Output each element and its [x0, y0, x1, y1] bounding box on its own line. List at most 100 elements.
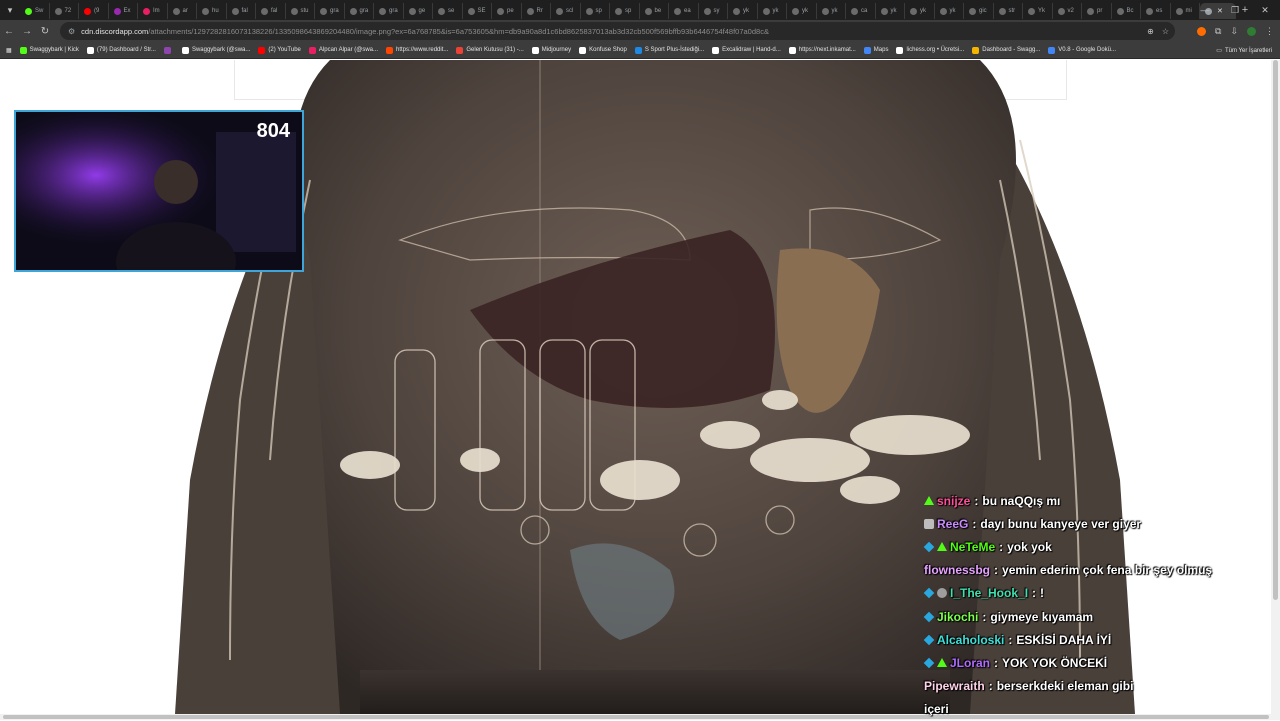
- bookmark-favicon-icon: [788, 46, 796, 54]
- bookmark-label: Gelen Kutusu (31) -...: [466, 47, 524, 53]
- browser-tab[interactable]: gic: [964, 3, 994, 19]
- tab-label: 72: [64, 8, 72, 14]
- minimize-icon[interactable]: —: [1190, 5, 1220, 15]
- browser-tab[interactable]: ea: [669, 3, 699, 19]
- browser-tab[interactable]: ca: [846, 3, 876, 19]
- bookmark-item[interactable]: Excalidraw | Hand-d...: [712, 46, 781, 54]
- chat-message: içeri: [924, 698, 1264, 721]
- browser-tab[interactable]: gra: [374, 3, 404, 19]
- browser-tab[interactable]: yk: [728, 3, 758, 19]
- bookmark-item[interactable]: S Sport Plus-İstediği...: [634, 46, 704, 54]
- browser-tab[interactable]: be: [640, 3, 669, 19]
- bookmark-item[interactable]: Gelen Kutusu (31) -...: [456, 46, 524, 54]
- browser-tab[interactable]: yk: [905, 3, 935, 19]
- browser-tab[interactable]: v2: [1053, 3, 1082, 19]
- browser-tab[interactable]: sp: [610, 3, 640, 19]
- browser-tab[interactable]: Bc: [1112, 3, 1141, 19]
- chat-text: içeri: [924, 702, 949, 717]
- vertical-scrollbar[interactable]: [1271, 60, 1280, 714]
- bookmark-item[interactable]: Swaggybark (@swa...: [181, 46, 251, 54]
- bookmark-item[interactable]: https://next.inkamat...: [788, 46, 856, 54]
- browser-tab[interactable]: pe: [492, 3, 522, 19]
- menu-kebab-icon[interactable]: ⋮: [1265, 26, 1274, 37]
- browser-tab[interactable]: sp: [581, 3, 610, 19]
- tab-label: ea: [684, 8, 691, 14]
- tab-label: yk: [802, 8, 808, 14]
- downloads-icon[interactable]: ⇩: [1230, 26, 1238, 37]
- browser-tab[interactable]: yk: [758, 3, 787, 19]
- tab-favicon-icon: [261, 7, 268, 15]
- browser-tab[interactable]: yk: [817, 3, 846, 19]
- tab-favicon-icon: [851, 7, 858, 15]
- browser-tab[interactable]: gra: [345, 3, 374, 19]
- browser-tab[interactable]: yk: [787, 3, 817, 19]
- bookmark-item[interactable]: (79) Dashboard / Str...: [86, 46, 156, 54]
- maximize-icon[interactable]: ❐: [1220, 5, 1250, 16]
- all-bookmarks-folder[interactable]: ▭ Tüm Yer İşaretleri: [1216, 42, 1272, 59]
- browser-tab[interactable]: (9: [79, 3, 109, 19]
- browser-tab[interactable]: stu: [286, 3, 315, 19]
- bookmark-favicon-icon: [181, 46, 189, 54]
- browser-tab[interactable]: gra: [315, 3, 345, 19]
- bookmark-favicon-icon: [531, 46, 539, 54]
- browser-tab[interactable]: Im: [138, 3, 168, 19]
- browser-tab[interactable]: Ex: [109, 3, 138, 19]
- apps-grid-icon[interactable]: ▦: [6, 47, 12, 54]
- profile-avatar[interactable]: [1247, 26, 1256, 36]
- browser-tab[interactable]: se: [433, 3, 463, 19]
- close-window-icon[interactable]: ✕: [1250, 5, 1280, 16]
- bookmark-favicon-icon: [863, 46, 871, 54]
- browser-tab[interactable]: Sw: [20, 3, 50, 19]
- bookmark-item[interactable]: Midjourney: [531, 46, 571, 54]
- browser-tab[interactable]: fal: [256, 3, 286, 19]
- tab-favicon-icon: [762, 7, 770, 15]
- bookmark-item[interactable]: (2) YouTube: [258, 46, 301, 54]
- browser-tab[interactable]: hu: [197, 3, 227, 19]
- bookmark-item[interactable]: Konfuse Shop: [579, 46, 627, 54]
- reload-icon[interactable]: ↻: [36, 26, 54, 37]
- extension-icon[interactable]: [1197, 26, 1207, 36]
- browser-tab[interactable]: ar: [168, 3, 197, 19]
- tab-favicon-icon: [113, 7, 121, 15]
- bookmark-label: Konfuse Shop: [589, 47, 627, 53]
- browser-tab[interactable]: str: [994, 3, 1023, 19]
- scrollbar-thumb[interactable]: [1273, 60, 1278, 600]
- chat-username: NeTeMe: [950, 539, 996, 554]
- forward-icon[interactable]: →: [18, 26, 36, 37]
- zoom-icon[interactable]: ⊕: [1147, 27, 1154, 36]
- bookmark-item[interactable]: V0.8 - Google Dokü...: [1048, 46, 1116, 54]
- site-info-icon[interactable]: ⚙: [68, 27, 75, 36]
- browser-tab[interactable]: Rr: [522, 3, 551, 19]
- tab-search-icon[interactable]: ▾: [0, 0, 20, 20]
- browser-tab[interactable]: Yk: [1023, 3, 1053, 19]
- bookmark-item[interactable]: Alpcan Alpar (@swa...: [308, 46, 378, 54]
- bookmark-item[interactable]: Maps: [863, 46, 888, 54]
- tab-favicon-icon: [910, 7, 917, 15]
- bookmark-favicon-icon: [19, 46, 27, 54]
- chat-message: ReeG: dayı bunu kanyeye ver giyer: [924, 512, 1264, 535]
- bookmark-item[interactable]: lichess.org • Ücretsi...: [896, 46, 964, 54]
- browser-tab[interactable]: SE: [463, 3, 492, 19]
- browser-tab[interactable]: pr: [1082, 3, 1112, 19]
- bookmark-item[interactable]: Dashboard - Swagg...: [972, 46, 1040, 54]
- bookmark-item[interactable]: Swaggybark | Kick: [19, 46, 79, 54]
- tab-label: Rr: [536, 8, 543, 14]
- browser-tab[interactable]: fal: [227, 3, 256, 19]
- browser-tab[interactable]: ge: [404, 3, 433, 19]
- bookmark-label: Swaggybark (@swa...: [191, 47, 251, 53]
- bookmark-item[interactable]: https://www.reddit...: [386, 46, 448, 54]
- bookmark-label: Excalidraw | Hand-d...: [722, 47, 781, 53]
- tab-favicon-icon: [1146, 7, 1153, 15]
- extensions-puzzle-icon[interactable]: ⧉: [1215, 26, 1221, 37]
- browser-tab[interactable]: yk: [935, 3, 964, 19]
- bookmark-item[interactable]: [163, 46, 174, 54]
- browser-tab[interactable]: yk: [876, 3, 905, 19]
- bookmark-star-icon[interactable]: ☆: [1162, 27, 1169, 36]
- back-icon[interactable]: ←: [0, 26, 18, 37]
- browser-tab[interactable]: es: [1141, 3, 1171, 19]
- browser-tab[interactable]: 72: [50, 3, 79, 19]
- browser-tab[interactable]: sy: [699, 3, 728, 19]
- chat-text: giymeye kıyamam: [990, 609, 1094, 624]
- browser-tab[interactable]: scl: [551, 3, 581, 19]
- address-bar[interactable]: ⚙ cdn.discordapp.com /attachments/129728…: [60, 22, 1175, 40]
